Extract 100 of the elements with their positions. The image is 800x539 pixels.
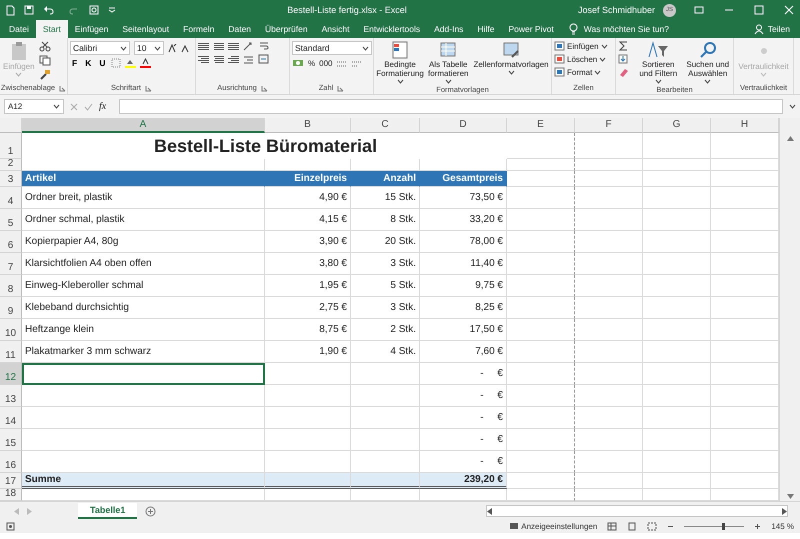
ribbon-button[interactable]: Bedingte Formatierung (376, 41, 424, 84)
ribbon-button[interactable]: Suchen und Auswählen (684, 41, 731, 84)
column-heading[interactable]: Anzahl (351, 171, 420, 187)
select-all-corner[interactable] (0, 118, 22, 133)
empty-cell[interactable] (507, 133, 575, 159)
empty-cell[interactable] (507, 319, 575, 341)
empty-cell[interactable] (507, 231, 575, 253)
sheet-tab[interactable]: Tabelle1 (78, 503, 138, 519)
dialog-launcher-icon[interactable] (59, 84, 66, 92)
row-header[interactable]: 11 (0, 341, 22, 363)
zoom-in-icon[interactable] (754, 523, 762, 530)
column-header[interactable]: E (507, 118, 575, 133)
ribbon-display-icon[interactable] (694, 6, 704, 14)
table-cell[interactable]: Klebeband durchsichtig (22, 297, 265, 319)
align-left-icon[interactable] (198, 54, 209, 64)
column-header[interactable]: A (22, 118, 265, 133)
caret-icon[interactable] (594, 70, 602, 74)
merge-icon[interactable] (258, 54, 269, 64)
caret-icon[interactable] (396, 79, 404, 84)
empty-cell[interactable] (507, 385, 575, 407)
row-header[interactable]: 8 (0, 275, 22, 297)
ribbon-tab[interactable]: Daten (221, 20, 258, 38)
ribbon-button[interactable]: Löschen (554, 54, 608, 64)
scroll-right-icon[interactable] (782, 508, 787, 514)
table-cell[interactable]: 8,75 € (265, 319, 351, 341)
decrease-decimal-icon[interactable] (351, 58, 362, 68)
column-header[interactable]: C (351, 118, 420, 133)
empty-cell[interactable] (507, 297, 575, 319)
ribbon-button[interactable]: Als Tabelle formatieren (427, 41, 470, 84)
scroll-down-icon[interactable] (786, 494, 794, 499)
row-header[interactable]: 10 (0, 319, 22, 341)
table-cell[interactable]: 7,60 € (420, 341, 507, 363)
row-header[interactable]: 6 (0, 231, 22, 253)
table-cell[interactable]: 17,50 € (420, 319, 507, 341)
ribbon-tab[interactable]: Seitenlayout (115, 20, 176, 38)
shrink-font-icon[interactable] (181, 44, 190, 52)
table-cell[interactable]: 5 Stk. (351, 275, 420, 297)
table-cell[interactable]: 4,15 € (265, 209, 351, 231)
empty-cell[interactable] (507, 209, 575, 231)
caret-icon[interactable] (120, 46, 127, 50)
row-header[interactable]: 2 (0, 159, 22, 171)
row-header[interactable]: 1 (0, 133, 22, 159)
caret-icon[interactable] (362, 46, 369, 50)
table-cell[interactable]: 239,20 € (420, 473, 507, 489)
caret-icon[interactable] (704, 79, 712, 84)
font-style-button[interactable]: U (97, 58, 108, 68)
close-icon[interactable] (784, 5, 794, 15)
ribbon-tab[interactable]: Power Pivot (501, 20, 561, 38)
table-cell[interactable]: - € (420, 385, 507, 407)
ribbon-tab[interactable]: Start (36, 20, 68, 38)
table-cell[interactable]: - € (420, 363, 507, 385)
ribbon-button[interactable]: Zellenformatvorlagen (472, 41, 550, 75)
display-settings-icon[interactable] (509, 522, 520, 531)
fill-color-icon[interactable] (125, 58, 136, 68)
row-header[interactable]: 3 (0, 171, 22, 187)
previous-sheet-icon[interactable] (14, 508, 19, 514)
ribbon-button[interactable]: Format (554, 67, 608, 77)
scroll-up-icon[interactable] (786, 136, 794, 141)
table-cell[interactable]: 20 Stk. (351, 231, 420, 253)
cancel-icon[interactable] (70, 102, 78, 110)
font-size-dropdown[interactable]: 10 (134, 41, 164, 55)
add-sheet-icon[interactable] (145, 506, 156, 516)
caret-icon[interactable] (789, 104, 796, 109)
caret-icon[interactable] (599, 56, 606, 62)
table-cell[interactable]: Ordner schmal, plastik (22, 209, 265, 231)
caret-icon[interactable] (600, 44, 608, 48)
maximize-icon[interactable] (754, 5, 764, 15)
table-cell[interactable]: 1,95 € (265, 275, 351, 297)
table-cell[interactable]: Ordner breit, plastik (22, 187, 265, 209)
dialog-launcher-icon[interactable] (145, 84, 152, 92)
row-header[interactable]: 17 (0, 473, 22, 489)
page-break-icon[interactable] (647, 522, 658, 531)
row-header[interactable]: 4 (0, 187, 22, 209)
empty-cell[interactable] (507, 451, 575, 473)
ribbon-tab[interactable]: Einfügen (68, 20, 116, 38)
row-header[interactable]: 14 (0, 407, 22, 429)
ribbon-tab[interactable]: Hilfe (470, 20, 502, 38)
insert-function-button[interactable]: fx (99, 101, 113, 112)
table-cell[interactable]: 8 Stk. (351, 209, 420, 231)
align-bottom-icon[interactable] (228, 42, 239, 50)
display-settings-button[interactable]: Anzeigeeinstellungen (521, 522, 598, 531)
table-cell[interactable]: Plakatmarker 3 mm schwarz (22, 341, 265, 363)
table-cell[interactable]: 11,40 € (420, 253, 507, 275)
table-cell[interactable]: - € (420, 407, 507, 429)
row-header[interactable]: 7 (0, 253, 22, 275)
caret-icon[interactable] (154, 46, 161, 50)
table-cell[interactable]: 33,20 € (420, 209, 507, 231)
scissors-icon[interactable] (38, 41, 51, 52)
row-header[interactable]: 13 (0, 385, 22, 407)
column-header[interactable]: B (265, 118, 351, 133)
copy-icon[interactable] (38, 55, 51, 66)
table-cell[interactable]: 3,90 € (265, 231, 351, 253)
macro-record-icon[interactable] (6, 522, 15, 531)
dialog-launcher-icon[interactable] (337, 84, 344, 92)
table-cell[interactable]: 3 Stk. (351, 297, 420, 319)
share-button[interactable]: Teilen (768, 24, 790, 34)
row-header[interactable]: 16 (0, 451, 22, 473)
caret-icon[interactable] (53, 104, 60, 109)
table-cell[interactable]: - € (420, 429, 507, 451)
ribbon-tab[interactable]: Datei (2, 20, 36, 38)
